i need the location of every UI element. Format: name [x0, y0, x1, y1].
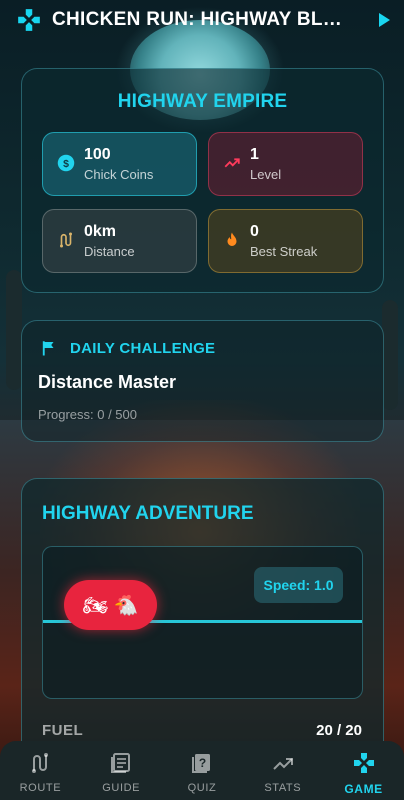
stat-value: 0	[250, 223, 259, 240]
stat-label: Distance	[84, 244, 135, 259]
app-title: CHICKEN RUN: HIGHWAY BL…	[52, 9, 343, 30]
nav-label: STATS	[264, 782, 302, 794]
flame-icon	[227, 232, 237, 246]
route-icon	[32, 753, 49, 773]
svg-text:$: $	[63, 158, 69, 170]
fuel-label: FUEL	[42, 722, 84, 739]
nav-label: ROUTE	[19, 782, 62, 794]
cactus-left	[6, 270, 22, 390]
stat-label: Chick Coins	[84, 167, 154, 182]
stat-value: 100	[84, 146, 111, 163]
app-header: CHICKEN RUN: HIGHWAY BL…	[0, 0, 404, 40]
challenge-name: Distance Master	[38, 372, 177, 392]
bottom-nav: ROUTE GUIDE ? QUIZ STATS GAME	[0, 741, 404, 800]
fuel-row: FUEL 20 / 20	[42, 722, 362, 739]
daily-challenge-card[interactable]: DAILY CHALLENGE Distance Master Progress…	[21, 320, 384, 442]
game-track[interactable]: 🏍 🐔 Speed: 1.0	[42, 546, 363, 699]
nav-item-game[interactable]: GAME	[323, 741, 404, 800]
route-icon	[60, 232, 72, 248]
stat-best-streak: 0 Best Streak	[208, 209, 363, 273]
fuel-value: 20 / 20	[316, 722, 362, 739]
stat-distance: 0km Distance	[42, 209, 197, 273]
stat-chick-coins: $ 100 Chick Coins	[42, 132, 197, 196]
book-icon	[111, 753, 131, 773]
nav-label: GAME	[344, 782, 383, 796]
nav-item-quiz[interactable]: ? QUIZ	[162, 741, 243, 800]
speed-badge: Speed: 1.0	[254, 567, 343, 603]
flag-icon	[42, 341, 54, 356]
stat-value: 1	[250, 146, 259, 163]
nav-item-guide[interactable]: GUIDE	[81, 741, 162, 800]
svg-text:?: ?	[199, 756, 206, 770]
nav-item-route[interactable]: ROUTE	[0, 741, 81, 800]
trending-up-icon	[224, 158, 240, 168]
quiz-icon: ?	[191, 754, 210, 773]
play-icon[interactable]	[379, 13, 390, 27]
chart-icon	[273, 758, 293, 770]
highway-empire-card: HIGHWAY EMPIRE $ 100 Chick Coins 1 Level…	[21, 68, 384, 293]
gamepad-icon	[353, 753, 374, 773]
stat-label: Level	[250, 167, 282, 182]
empire-title: HIGHWAY EMPIRE	[117, 91, 288, 112]
nav-label: GUIDE	[102, 782, 141, 794]
coin-icon: $	[57, 154, 75, 172]
stat-level: 1 Level	[208, 132, 363, 196]
player-bike[interactable]: 🏍 🐔	[64, 580, 157, 630]
nav-label: QUIZ	[187, 782, 217, 794]
stat-value: 0km	[84, 223, 117, 240]
challenge-progress: Progress: 0 / 500	[38, 407, 137, 422]
gamepad-logo-icon	[18, 9, 40, 31]
adventure-title: HIGHWAY ADVENTURE	[42, 503, 254, 524]
stat-label: Best Streak	[250, 244, 318, 259]
challenge-heading: DAILY CHALLENGE	[70, 339, 216, 357]
nav-item-stats[interactable]: STATS	[242, 741, 323, 800]
challenge-header: DAILY CHALLENGE	[40, 339, 215, 357]
cactus-right	[382, 300, 398, 410]
